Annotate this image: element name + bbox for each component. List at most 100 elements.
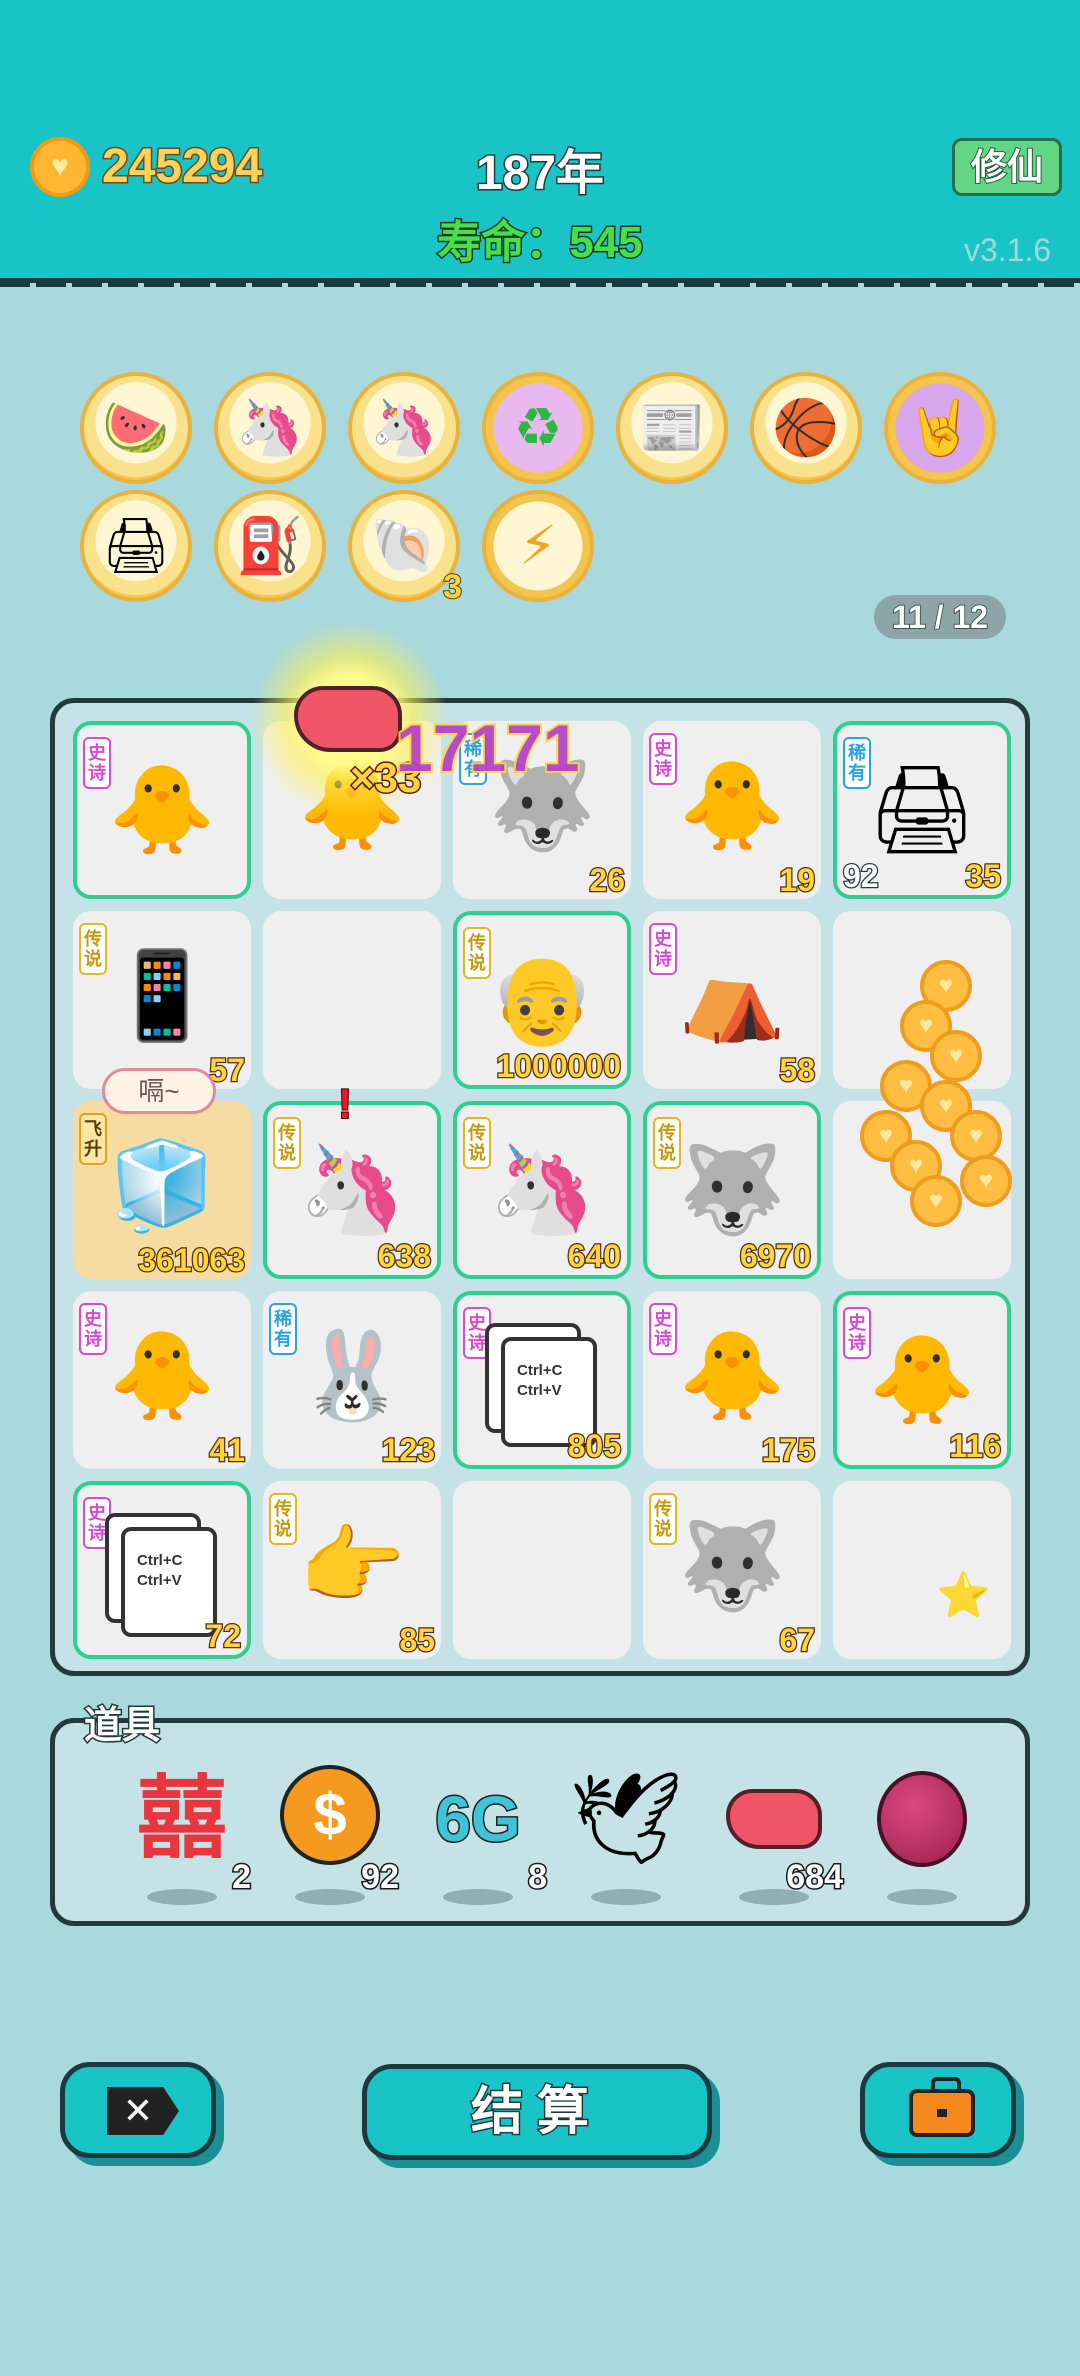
alert-icon: !	[337, 1079, 353, 1128]
cell-value: 805	[566, 1427, 622, 1466]
item-slot[interactable]: 6G 8	[413, 1759, 548, 1905]
close-button[interactable]: ✕	[60, 2062, 216, 2158]
liver-icon	[294, 686, 402, 752]
board-cell[interactable]: 传说 👴 1000000	[453, 911, 631, 1089]
combo-score: 17171	[394, 709, 582, 787]
item-count: 92	[360, 1857, 401, 1898]
lychee-icon	[857, 1759, 987, 1879]
unicorn-icon[interactable]: 🦄	[214, 372, 326, 484]
board-cell[interactable]: 传说 👉 85	[263, 1481, 441, 1659]
board-cell[interactable]: 传说 🦄 640	[453, 1101, 631, 1279]
cell-value: 85	[398, 1621, 436, 1660]
board-cell[interactable]: 史诗 🐥 19	[643, 721, 821, 899]
coin-icon: ♥	[30, 137, 90, 197]
lightning-icon[interactable]: ⚡	[482, 490, 594, 602]
board-cell[interactable]: 稀有 🖨 92 35	[833, 721, 1011, 899]
board-cell[interactable]: 史诗 ⛺ 58	[643, 911, 821, 1089]
pointing-hand-icon: 👉	[298, 1518, 406, 1614]
rock-hand-icon[interactable]: 🤘	[884, 372, 996, 484]
board-cell[interactable]: 传说 📱 57	[73, 911, 251, 1089]
item-shadow	[147, 1889, 217, 1905]
board-cell[interactable]: ⭐	[833, 1481, 1011, 1659]
coin-pile-icon: ♥ ♥ ♥ ♥ ♥ ♥ ♥ ♥ ♥ ♥	[860, 960, 1012, 1260]
item-slot[interactable]: 684	[709, 1759, 844, 1905]
settle-label: 结算	[469, 2082, 603, 2143]
settle-button[interactable]: 结算	[362, 2064, 712, 2160]
unicorn-icon[interactable]: 🦄	[348, 372, 460, 484]
board-cell-empty[interactable]	[263, 911, 441, 1089]
star-icon: ⭐	[936, 1571, 991, 1620]
close-icon: ✕	[107, 2087, 179, 2135]
item-shadow	[591, 1889, 661, 1905]
pump-icon[interactable]: ⛽	[214, 490, 326, 602]
board-cell[interactable]: 传说 🐺 6970	[643, 1101, 821, 1279]
board-cell[interactable]: 史诗 🐥 116	[833, 1291, 1011, 1469]
cell-value: 26	[588, 861, 626, 900]
shell-icon[interactable]: 🐚 3	[348, 490, 463, 606]
recycle-icon[interactable]: ♻	[482, 372, 594, 484]
fridge-icon: 🧊	[108, 1138, 216, 1234]
cell-value: 116	[948, 1427, 1002, 1466]
unicorn-icon: 🦄	[488, 1142, 596, 1238]
board-cell[interactable]: 稀有 🐰 123	[263, 1291, 441, 1469]
cell-value: 72	[204, 1617, 242, 1656]
item-slot[interactable]: 囍 2	[117, 1759, 252, 1905]
board-cell[interactable]: 史诗 Ctrl+C Ctrl+V 72	[73, 1481, 251, 1659]
items-panel: 囍 2 $ 92 6G 8 🕊 684	[50, 1718, 1030, 1926]
version-label: v3.1.6	[964, 232, 1052, 268]
copy-label: Ctrl+C	[517, 1362, 563, 1379]
king-husky-icon: 🐺	[678, 1518, 786, 1614]
cell-value: 1000000	[495, 1047, 622, 1086]
copy-paste-icon: Ctrl+C Ctrl+V	[121, 1527, 217, 1637]
board-cell[interactable]: 史诗 🐥 41	[73, 1291, 251, 1469]
item-shadow	[887, 1889, 957, 1905]
board-cell-empty[interactable]	[453, 1481, 631, 1659]
board-cell[interactable]: 飞升 🧊 361063	[73, 1101, 251, 1279]
phone-icon: 📱	[108, 948, 216, 1044]
printer-icon[interactable]: 🖨	[80, 490, 192, 602]
chick-grandpa-icon: 🐥	[678, 758, 786, 854]
cell-value: 640	[566, 1237, 622, 1276]
cell-value: 19	[778, 861, 816, 900]
paste-label: Ctrl+V	[137, 1572, 182, 1589]
rarity-tag: 史诗	[83, 1497, 111, 1549]
shell-count: 3	[442, 568, 463, 606]
lifespan-display: 寿命：545	[436, 217, 644, 269]
cell-value: 638	[376, 1237, 432, 1276]
dove-icon: 🕊	[568, 1769, 684, 1869]
year-display: 187年	[474, 146, 605, 202]
item-slot[interactable]: 🕊	[561, 1759, 691, 1905]
cell-value: 67	[778, 1621, 816, 1660]
copy-label: Ctrl+C	[137, 1552, 183, 1569]
basketball-icon[interactable]: 🏀	[750, 372, 862, 484]
item-count: 684	[785, 1857, 845, 1898]
header-divider	[0, 281, 1080, 287]
time-magazine-icon[interactable]: 📰	[616, 372, 728, 484]
item-shadow	[295, 1889, 365, 1905]
backpack-button[interactable]	[860, 2062, 1016, 2158]
board-cell[interactable]: 史诗 🐥 175	[643, 1291, 821, 1469]
board-cell[interactable]: 传说 🦄 638	[263, 1101, 441, 1279]
board-cell[interactable]: 史诗 🐥	[73, 721, 251, 899]
board-cell[interactable]: 史诗 Ctrl+C Ctrl+V 805	[453, 1291, 631, 1469]
6g-icon: 6G	[434, 1782, 522, 1857]
cell-value: 58	[778, 1051, 816, 1090]
double-happiness-icon: 囍	[137, 1769, 227, 1869]
rarity-tag: 史诗	[463, 1307, 491, 1359]
board-cell[interactable]: 传说 🐺 67	[643, 1481, 821, 1659]
cell-value: 41	[208, 1431, 246, 1470]
rabbit-house-icon: ⛺	[678, 948, 786, 1044]
item-slot[interactable]	[857, 1759, 987, 1905]
chick-grandpa-icon: 🐥	[868, 1332, 976, 1428]
xiuxian-button[interactable]: 修仙	[952, 138, 1062, 196]
bald-man-icon: 👴	[488, 952, 596, 1048]
printer-icon: 🖨	[867, 762, 977, 858]
items-title: 道具	[82, 1704, 161, 1749]
page-indicator: 11 / 12	[874, 595, 1006, 639]
cell-value-secondary: 92	[842, 857, 880, 896]
item-shadow	[443, 1889, 513, 1905]
fruit-bowl-icon[interactable]: 🍉	[80, 372, 192, 484]
item-slot[interactable]: $ 92	[265, 1759, 400, 1905]
cell-value: 361063	[137, 1241, 246, 1280]
paste-label: Ctrl+V	[517, 1382, 562, 1399]
